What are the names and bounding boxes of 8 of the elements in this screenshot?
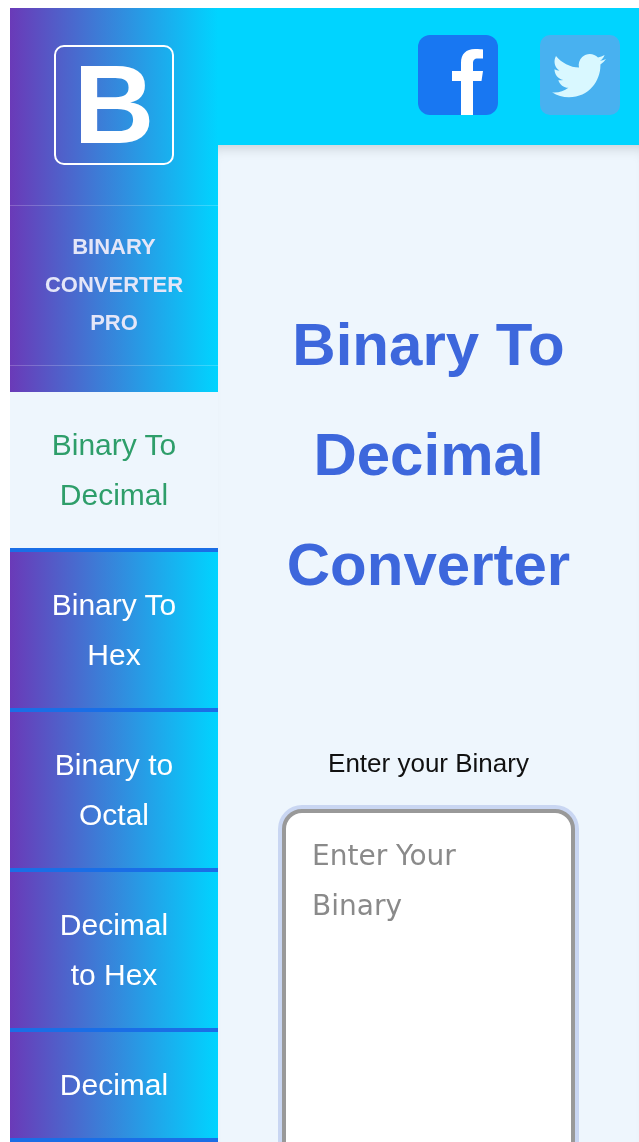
- binary-input-field[interactable]: Enter Your Binary: [282, 809, 575, 1142]
- bird-icon[interactable]: [540, 35, 620, 115]
- f-letter-icon[interactable]: [418, 35, 498, 115]
- brand-name: BINARY CONVERTER PRO: [43, 233, 185, 338]
- nav-link[interactable]: Binary To Decimal: [10, 392, 218, 552]
- page-heading: Binary To Decimal Converter: [285, 310, 572, 600]
- logo-mark[interactable]: B: [54, 45, 174, 165]
- input-label: Enter your Binary: [328, 748, 529, 779]
